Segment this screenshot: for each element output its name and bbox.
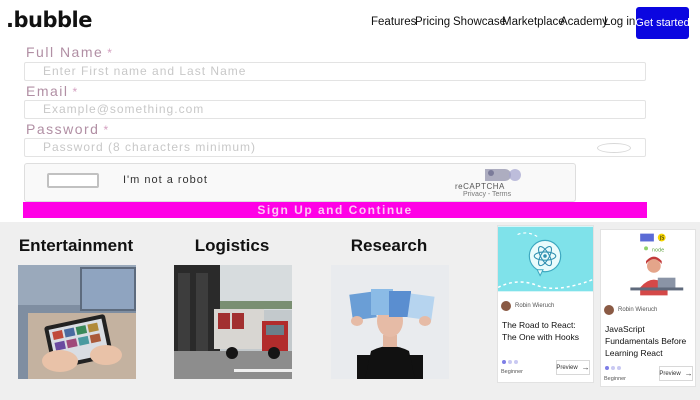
card-title[interactable]: The Road to React: The One with Hooks	[502, 319, 590, 343]
captcha-privacy-terms[interactable]: Privacy - Terms	[463, 191, 511, 198]
js-badge: JS	[659, 236, 665, 242]
course-card[interactable]: Robin Wieruch The Road to React: The One…	[497, 225, 594, 383]
author-name: Robin Wieruch	[515, 303, 555, 309]
nav-academy[interactable]: Academy	[560, 16, 608, 28]
card-author: Robin Wieruch	[604, 305, 657, 315]
course-card[interactable]: JS node Robin Wieruch JavaScript Fundame…	[600, 229, 696, 387]
password-label: Password *	[26, 121, 110, 137]
category-title-research: Research	[350, 236, 428, 255]
required-mark: *	[107, 46, 114, 60]
nav-features[interactable]: Features	[371, 16, 416, 28]
nav-marketplace[interactable]: Marketplace	[502, 16, 565, 28]
bubble-logo[interactable]: .bubble	[6, 8, 92, 32]
nav-pricing[interactable]: Pricing	[415, 16, 450, 28]
react-card-image	[498, 226, 593, 292]
card-level: Beginner	[604, 376, 627, 382]
password-label-text: Password	[26, 121, 100, 137]
email-label: Email *	[26, 83, 79, 99]
nav-login[interactable]: Log in	[604, 16, 635, 28]
email-label-text: Email	[26, 83, 69, 99]
card-author: Robin Wieruch	[501, 301, 554, 311]
nav-showcase[interactable]: Showcase	[453, 16, 506, 28]
full-name-placeholder: Enter First name and Last Name	[43, 64, 247, 78]
password-input[interactable]: Password (8 characters minimum)	[24, 138, 646, 157]
card-level: Beginner	[501, 369, 524, 375]
signup-button[interactable]: Sign Up and Continue	[23, 202, 647, 218]
javascript-card-image: JS node	[601, 230, 695, 296]
preview-button[interactable]: Preview →	[659, 366, 693, 381]
entertainment-image[interactable]	[18, 265, 136, 379]
category-title-entertainment: Entertainment	[18, 236, 134, 255]
password-placeholder: Password (8 characters minimum)	[43, 140, 257, 154]
recaptcha-icon	[485, 169, 521, 181]
avatar	[501, 301, 511, 311]
signup-form: Full Name * Enter First name and Last Nam…	[0, 44, 700, 222]
preview-label: Preview	[556, 364, 578, 371]
card-title[interactable]: JavaScript Fundamentals Before Learning …	[605, 323, 693, 359]
node-label: node	[652, 247, 664, 253]
required-mark: *	[72, 85, 79, 99]
arrow-right-icon: →	[684, 369, 693, 378]
preview-label: Preview	[659, 370, 681, 377]
full-name-label-text: Full Name	[26, 44, 104, 60]
top-nav: .bubble Features Pricing Showcase Market…	[0, 0, 700, 46]
logistics-image[interactable]	[174, 265, 292, 379]
research-image[interactable]	[331, 265, 449, 379]
captcha-text: I'm not a robot	[123, 174, 208, 186]
email-input[interactable]: Example@something.com	[24, 100, 646, 119]
captcha-brand: reCAPTCHA	[455, 182, 505, 191]
email-placeholder: Example@something.com	[43, 102, 205, 116]
required-mark: *	[103, 123, 110, 137]
captcha-checkbox[interactable]	[47, 173, 99, 188]
avatar	[604, 305, 614, 315]
recaptcha-widget: I'm not a robot reCAPTCHA Privacy - Term…	[24, 163, 576, 202]
showcase-section: Entertainment Logistics Research Robin W…	[0, 222, 700, 400]
category-title-logistics: Logistics	[194, 236, 270, 255]
full-name-input[interactable]: Enter First name and Last Name	[24, 62, 646, 81]
eye-icon[interactable]	[597, 143, 631, 153]
arrow-right-icon: →	[581, 363, 590, 372]
difficulty-dots	[605, 366, 621, 370]
full-name-label: Full Name *	[26, 44, 113, 60]
author-name: Robin Wieruch	[618, 307, 658, 313]
difficulty-dots	[502, 360, 518, 364]
preview-button[interactable]: Preview →	[556, 360, 590, 375]
get-started-button[interactable]: Get started	[635, 7, 690, 39]
